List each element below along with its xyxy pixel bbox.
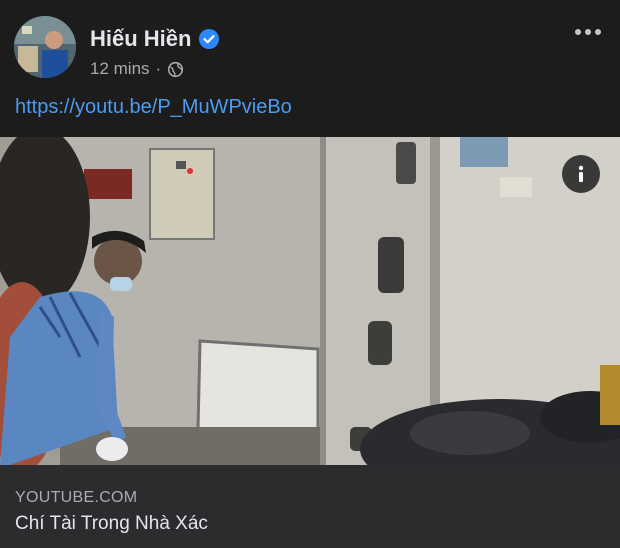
author-name[interactable]: Hiếu Hiền (90, 26, 191, 52)
globe-icon (168, 61, 184, 77)
post-header: Hiếu Hiền 12 mins · (0, 0, 620, 90)
post-timestamp[interactable]: 12 mins (90, 59, 150, 79)
info-button[interactable] (562, 155, 600, 193)
info-icon (578, 165, 584, 182)
verified-badge-icon (199, 29, 220, 49)
link-preview-footer[interactable]: YOUTUBE.COM Chí Tài Trong Nhà Xác (0, 465, 620, 548)
more-options-icon (575, 29, 601, 35)
more-options-button[interactable] (574, 18, 602, 46)
preview-domain: YOUTUBE.COM (15, 489, 138, 506)
preview-title[interactable]: Chí Tài Trong Nhà Xác (15, 513, 208, 535)
avatar[interactable] (14, 16, 76, 78)
post-link[interactable]: https://youtu.be/P_MuWPvieBo (15, 96, 292, 119)
video-thumbnail[interactable] (0, 137, 620, 465)
video-frame-image (0, 137, 620, 465)
meta-separator: · (155, 59, 162, 78)
